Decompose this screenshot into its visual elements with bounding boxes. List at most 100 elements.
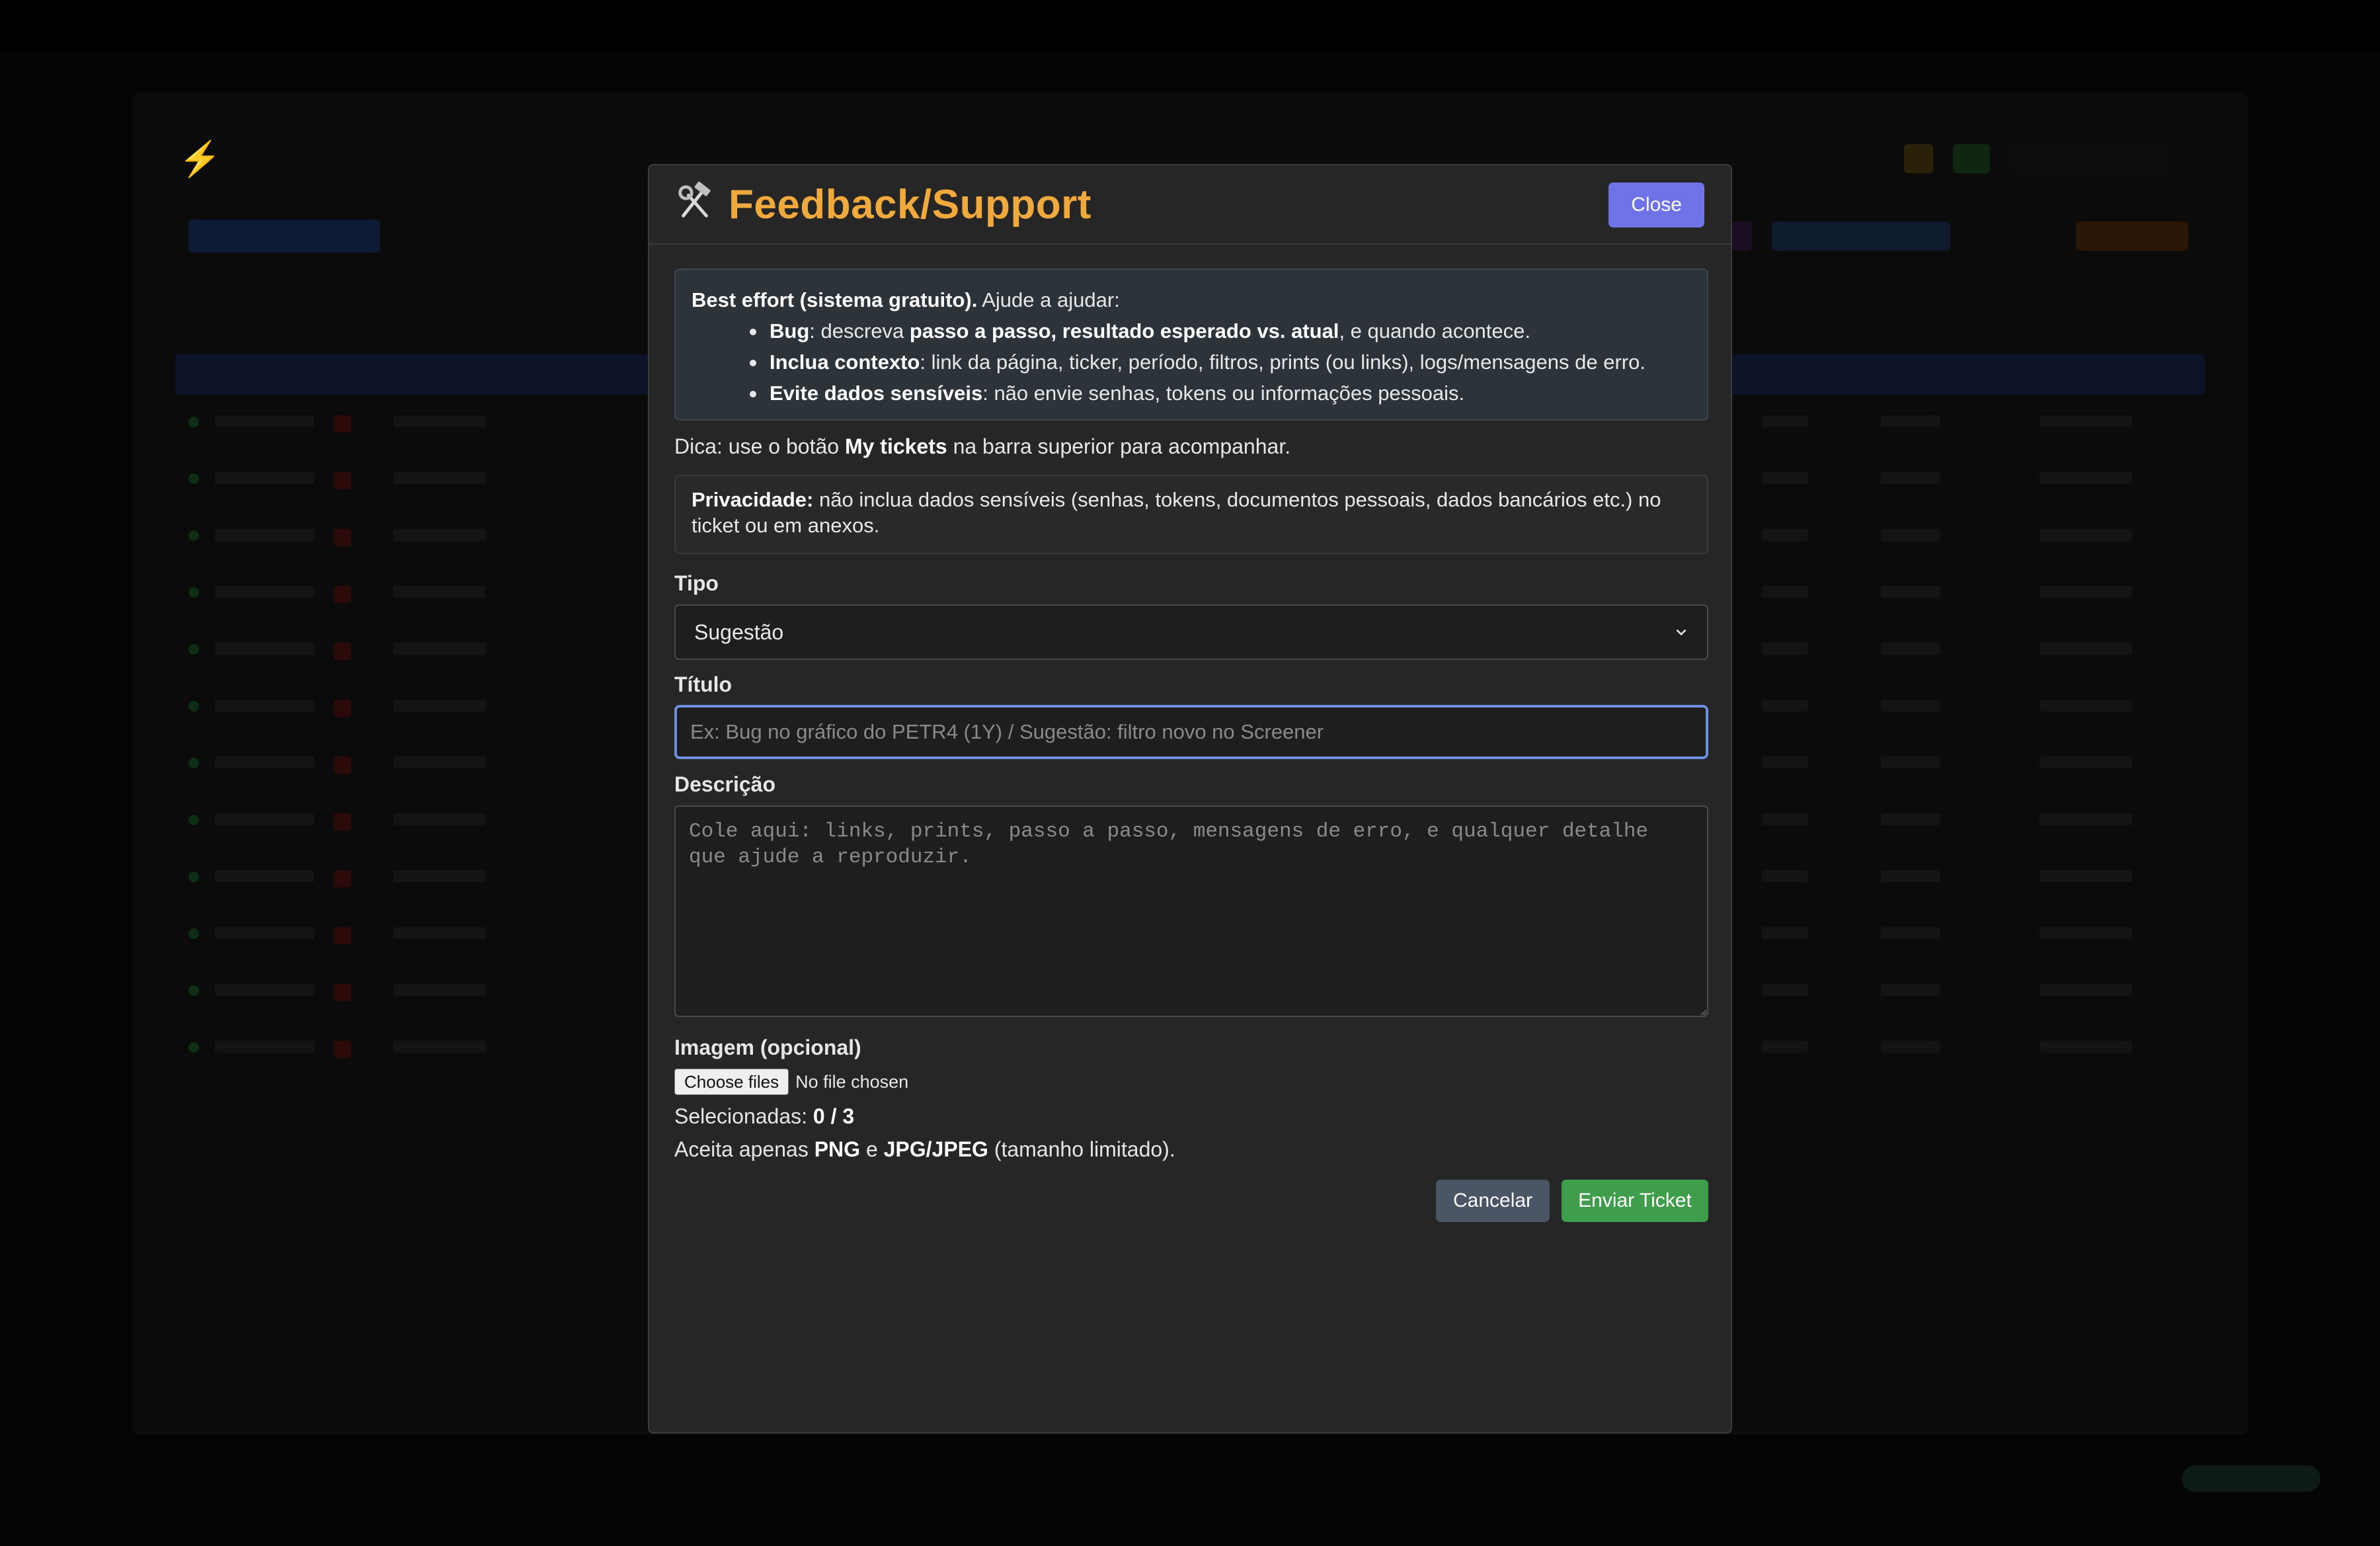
- dimmed-row-cell: [393, 756, 486, 768]
- dimmed-row-cell: [393, 927, 486, 939]
- dimmed-row-cell: [1762, 586, 1808, 598]
- dimmed-row-cell: [2040, 756, 2132, 768]
- hammer-and-wrench-icon: [678, 181, 711, 218]
- tip-text: na barra superior para acompanhar.: [947, 434, 1291, 458]
- dimmed-row-cell: [1762, 1041, 1808, 1053]
- dimmed-row-flag: [334, 529, 351, 546]
- dimmed-chip: [2076, 222, 2188, 251]
- dimmed-row-cell: [2040, 870, 2132, 882]
- feedback-support-modal: Feedback/Support Close Best effort (sist…: [648, 164, 1732, 1434]
- dimmed-row-dot: [188, 758, 199, 768]
- tip-text: Dica: use o botão: [674, 434, 845, 458]
- info-list-item: Evite dados sensíveis: não envie senhas,…: [750, 378, 1691, 409]
- dimmed-row-cell: [2040, 984, 2132, 996]
- dimmed-row-cell: [2040, 813, 2132, 825]
- dimmed-row-cell: [215, 927, 314, 939]
- dimmed-row-cell: [2040, 643, 2132, 655]
- dimmed-row-cell: [1762, 643, 1808, 655]
- dimmed-row-cell: [393, 529, 486, 541]
- privacy-notice: Privacidade: não inclua dados sensíveis …: [674, 475, 1708, 554]
- chevron-down-icon: [1676, 629, 1686, 636]
- dimmed-row-cell: [393, 1041, 486, 1053]
- dimmed-row-flag: [334, 700, 351, 717]
- dimmed-filter-button: [188, 220, 380, 253]
- selected-label: Selecionadas:: [674, 1104, 813, 1128]
- accepted-text: Aceita apenas: [674, 1137, 814, 1161]
- privacy-bold: Privacidade:: [692, 488, 814, 511]
- info-item-bold: Bug: [770, 319, 810, 343]
- selected-count: Selecionadas: 0 / 3: [674, 1104, 854, 1129]
- dimmed-row-cell: [393, 415, 486, 427]
- dimmed-chip: [1953, 144, 1990, 173]
- my-tickets-tip: Dica: use o botão My tickets na barra su…: [674, 434, 1290, 459]
- dimmed-row-cell: [1762, 415, 1808, 427]
- info-item-bold: passo a passo, resultado esperado vs. at…: [909, 319, 1339, 343]
- dimmed-row-cell: [215, 1041, 314, 1053]
- dimmed-row-cell: [2040, 586, 2132, 598]
- dimmed-row-dot: [188, 530, 199, 541]
- image-label: Imagem (opcional): [674, 1036, 861, 1059]
- dimmed-row-cell: [393, 700, 486, 712]
- type-select-value: Sugestão: [694, 620, 784, 644]
- dimmed-row-cell: [215, 643, 314, 655]
- dimmed-row-dot: [188, 644, 199, 655]
- dimmed-row-cell: [2040, 529, 2132, 541]
- dimmed-row-flag: [334, 984, 351, 1001]
- accepted-format-jpg: JPG/JPEG: [883, 1137, 988, 1161]
- dimmed-row-cell: [1881, 472, 1940, 484]
- dimmed-brand: ⚡: [178, 140, 221, 179]
- dimmed-chip: [1772, 222, 1950, 251]
- dimmed-row-cell: [393, 586, 486, 598]
- type-select[interactable]: Sugestão: [674, 604, 1708, 660]
- description-textarea[interactable]: [674, 805, 1708, 1017]
- dimmed-chip: [1732, 222, 1752, 251]
- dimmed-row-cell: [215, 756, 314, 768]
- dimmed-row-cell: [215, 984, 314, 996]
- dimmed-row-cell: [215, 813, 314, 825]
- info-item-text: : não envie senhas, tokens ou informaçõe…: [982, 382, 1465, 405]
- dimmed-row-flag: [334, 1041, 351, 1058]
- dimmed-row-cell: [393, 643, 486, 655]
- dimmed-row-cell: [215, 415, 314, 427]
- resize-grip-icon[interactable]: [1700, 1009, 1707, 1016]
- info-item-text: : descreva: [809, 319, 910, 343]
- title-input[interactable]: [674, 705, 1708, 759]
- dimmed-row-flag: [334, 756, 351, 774]
- dimmed-chip: [1904, 144, 1933, 173]
- dimmed-row-cell: [215, 472, 314, 484]
- dimmed-row-dot: [188, 473, 199, 484]
- title-label: Título: [674, 672, 733, 696]
- dimmed-row-cell: [1881, 415, 1940, 427]
- dimmed-row-dot: [188, 1042, 199, 1053]
- choose-files-button[interactable]: Choose files: [674, 1069, 789, 1095]
- info-item-text: , e quando acontece.: [1339, 319, 1531, 343]
- info-item-bold: Inclua contexto: [770, 350, 920, 374]
- dimmed-row-cell: [1881, 756, 1940, 768]
- dimmed-row-cell: [1881, 529, 1940, 541]
- dimmed-row-cell: [1762, 984, 1808, 996]
- dimmed-row-flag: [334, 643, 351, 660]
- no-file-text: No file chosen: [795, 1071, 909, 1092]
- close-button[interactable]: Close: [1608, 183, 1704, 227]
- info-intro: Best effort (sistema gratuito). Ajude a …: [692, 284, 1691, 315]
- accepted-format-png: PNG: [814, 1137, 861, 1161]
- submit-ticket-button[interactable]: Enviar Ticket: [1562, 1180, 1708, 1222]
- accepted-formats-note: Aceita apenas PNG e JPG/JPEG (tamanho li…: [674, 1137, 1175, 1162]
- dimmed-row-cell: [215, 529, 314, 541]
- dimmed-row-cell: [1881, 700, 1940, 712]
- dimmed-row-cell: [215, 870, 314, 882]
- dimmed-row-dot: [188, 985, 199, 996]
- dimmed-row-cell: [393, 813, 486, 825]
- accepted-text: e: [860, 1137, 884, 1161]
- dimmed-top-right-controls: [1904, 144, 2168, 173]
- dimmed-row-dot: [188, 872, 199, 882]
- dimmed-row-cell: [1881, 870, 1940, 882]
- privacy-text: não inclua dados sensíveis (senhas, toke…: [692, 488, 1661, 537]
- dimmed-row-cell: [1881, 813, 1940, 825]
- cancel-button[interactable]: Cancelar: [1436, 1180, 1550, 1222]
- dimmed-row-cell: [1881, 1041, 1940, 1053]
- modal-header: Feedback/Support Close: [649, 165, 1731, 245]
- dimmed-row-cell: [1762, 927, 1808, 939]
- info-intro-text: Ajude a ajudar:: [977, 288, 1120, 311]
- dimmed-row-cell: [2040, 700, 2132, 712]
